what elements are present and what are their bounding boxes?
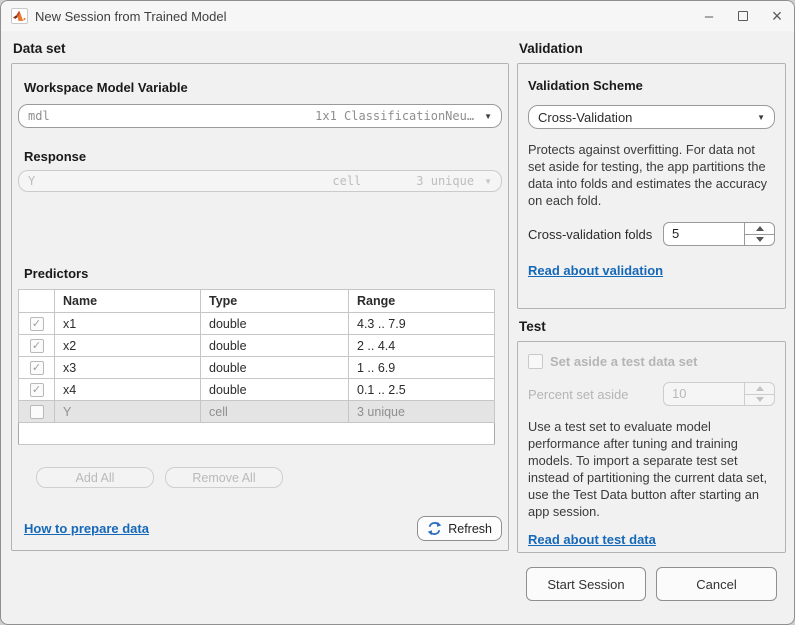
percent-value: 10 (664, 383, 744, 405)
dataset-section-title: Data set (13, 41, 509, 56)
column-header-name[interactable]: Name (55, 290, 201, 313)
predictor-row[interactable]: ✓ x2double2 .. 4.4 (19, 335, 495, 357)
validation-groupbox: Validation Scheme Cross-Validation ▼ Pro… (517, 63, 786, 309)
workspace-variable-summary: 1x1 ClassificationNeu… (315, 109, 474, 123)
predictors-header-row: Name Type Range (19, 290, 495, 313)
add-all-button[interactable]: Add All (36, 467, 154, 488)
predictor-row[interactable]: ✓ x1double4.3 .. 7.9 (19, 313, 495, 335)
set-aside-test-checkbox[interactable] (528, 354, 543, 369)
predictor-name: x4 (55, 379, 201, 401)
minimize-button[interactable]: – (692, 1, 726, 31)
down-arrow-icon (756, 397, 764, 402)
chevron-down-icon: ▼ (484, 177, 492, 186)
workspace-variable-dropdown[interactable]: mdl 1x1 ClassificationNeu… ▼ (18, 104, 502, 128)
predictor-name: x3 (55, 357, 201, 379)
predictor-type: double (201, 335, 349, 357)
chevron-down-icon: ▼ (757, 113, 765, 122)
read-about-test-data-link[interactable]: Read about test data (528, 532, 656, 547)
spinner-up-button[interactable] (745, 383, 774, 394)
workspace-variable-label: Workspace Model Variable (24, 80, 502, 95)
predictor-range: 2 .. 4.4 (349, 335, 495, 357)
response-range: 3 unique (416, 174, 474, 188)
predictor-name: Y (55, 401, 201, 423)
up-arrow-icon (756, 386, 764, 391)
start-session-button[interactable]: Start Session (526, 567, 646, 601)
predictor-type: double (201, 313, 349, 335)
matlab-logo-icon (11, 8, 28, 24)
column-header-type[interactable]: Type (201, 290, 349, 313)
predictor-row[interactable]: Ycell3 unique (19, 401, 495, 423)
dataset-groupbox: Workspace Model Variable mdl 1x1 Classif… (11, 63, 509, 551)
response-type: cell (332, 174, 361, 188)
up-arrow-icon (756, 226, 764, 231)
close-button[interactable]: × (760, 1, 794, 31)
predictor-type: double (201, 379, 349, 401)
validation-section-title: Validation (519, 41, 786, 56)
refresh-button[interactable]: Refresh (417, 516, 502, 541)
test-groupbox: Set aside a test data set Percent set as… (517, 341, 786, 553)
refresh-icon (427, 521, 442, 536)
maximize-button[interactable] (726, 1, 760, 31)
predictor-checkbox[interactable] (30, 405, 44, 419)
window-title: New Session from Trained Model (35, 9, 226, 24)
cross-validation-folds-spinner[interactable]: 5 (663, 222, 775, 246)
empty-row (19, 423, 495, 445)
spinner-up-button[interactable] (745, 223, 774, 234)
down-arrow-icon (756, 237, 764, 242)
folds-value: 5 (664, 223, 744, 245)
predictor-checkbox[interactable]: ✓ (30, 361, 44, 375)
predictor-checkbox[interactable]: ✓ (30, 383, 44, 397)
new-session-dialog: New Session from Trained Model – × Data … (0, 0, 795, 625)
validation-scheme-label: Validation Scheme (528, 78, 775, 93)
predictor-checkbox[interactable]: ✓ (30, 339, 44, 353)
predictor-name: x1 (55, 313, 201, 335)
predictor-type: cell (201, 401, 349, 423)
predictor-range: 4.3 .. 7.9 (349, 313, 495, 335)
validation-description: Protects against overfitting. For data n… (528, 141, 775, 209)
title-bar: New Session from Trained Model – × (1, 1, 794, 31)
predictor-range: 1 .. 6.9 (349, 357, 495, 379)
test-description: Use a test set to evaluate model perform… (528, 418, 775, 520)
spinner-down-button[interactable] (745, 234, 774, 246)
how-to-prepare-data-link[interactable]: How to prepare data (24, 521, 149, 536)
predictor-checkbox[interactable]: ✓ (30, 317, 44, 331)
predictor-range: 3 unique (349, 401, 495, 423)
response-value: Y (28, 174, 35, 188)
cross-validation-folds-label: Cross-validation folds (528, 227, 652, 242)
percent-set-aside-spinner[interactable]: 10 (663, 382, 775, 406)
validation-scheme-dropdown[interactable]: Cross-Validation ▼ (528, 105, 775, 129)
refresh-label: Refresh (448, 522, 492, 536)
predictor-name: x2 (55, 335, 201, 357)
predictor-row[interactable]: ✓ x4double0.1 .. 2.5 (19, 379, 495, 401)
maximize-icon (738, 11, 748, 21)
percent-set-aside-label: Percent set aside (528, 387, 628, 402)
validation-scheme-value: Cross-Validation (538, 110, 632, 125)
response-dropdown[interactable]: Y cell 3 unique ▼ (18, 170, 502, 192)
predictors-table: Name Type Range ✓x1double4.3 .. 7.9✓x2do… (18, 289, 495, 445)
workspace-variable-value: mdl (28, 109, 50, 123)
predictors-label: Predictors (24, 266, 502, 281)
remove-all-button[interactable]: Remove All (165, 467, 283, 488)
column-header-range[interactable]: Range (349, 290, 495, 313)
predictor-row[interactable]: ✓ x3double1 .. 6.9 (19, 357, 495, 379)
chevron-down-icon: ▼ (484, 112, 492, 121)
test-section-title: Test (519, 319, 786, 334)
response-label: Response (24, 149, 502, 164)
set-aside-test-label: Set aside a test data set (550, 354, 697, 369)
read-about-validation-link[interactable]: Read about validation (528, 263, 663, 278)
predictor-type: double (201, 357, 349, 379)
cancel-button[interactable]: Cancel (656, 567, 777, 601)
predictor-range: 0.1 .. 2.5 (349, 379, 495, 401)
spinner-down-button[interactable] (745, 394, 774, 406)
